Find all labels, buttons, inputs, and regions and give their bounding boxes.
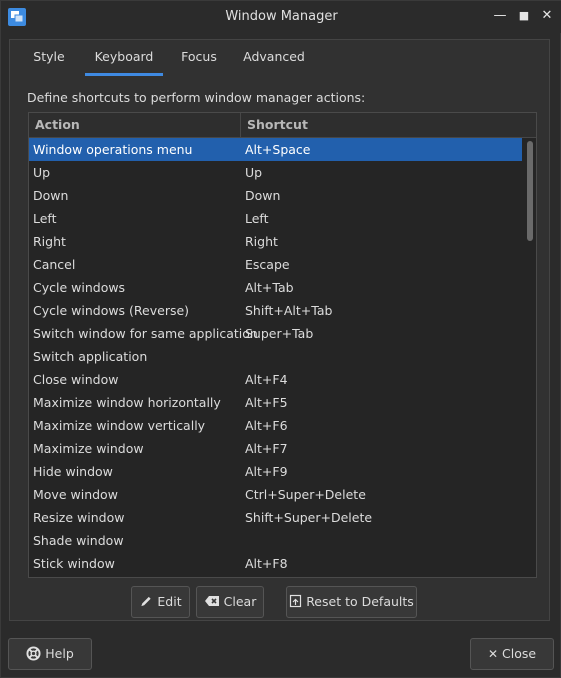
clear-button-label: Clear (223, 594, 257, 609)
table-row[interactable]: Cycle windows (Reverse) Shift+Alt+Tab (29, 299, 522, 322)
action-cell: Maximize window horizontally (33, 395, 221, 410)
action-cell: Resize window (33, 510, 125, 525)
tab-focus[interactable]: Focus (176, 40, 222, 76)
backspace-icon (204, 587, 220, 617)
pencil-icon (139, 587, 153, 617)
column-header-shortcut[interactable]: Shortcut (247, 117, 308, 132)
shortcut-cell: Shift+Alt+Tab (245, 303, 333, 318)
tab-panel: Style Keyboard Focus Advanced Define sho… (9, 39, 550, 621)
shortcut-cell: Left (245, 211, 269, 226)
action-cell: Cycle windows (Reverse) (33, 303, 190, 318)
shortcut-cell: Super+Tab (245, 326, 314, 341)
table-row[interactable]: Maximize window horizontally Alt+F5 (29, 391, 522, 414)
shortcut-cell: Alt+Tab (245, 280, 294, 295)
help-button-label: Help (45, 646, 74, 661)
table-row[interactable]: Left Left (29, 207, 522, 230)
document-revert-icon (289, 587, 302, 617)
table-header: Action Shortcut (29, 113, 536, 138)
clear-button[interactable]: Clear (196, 586, 264, 618)
table-row[interactable]: Right Right (29, 230, 522, 253)
shortcut-cell: Alt+F9 (245, 464, 288, 479)
table-row[interactable]: Move window Ctrl+Super+Delete (29, 483, 522, 506)
tab-bar: Style Keyboard Focus Advanced (10, 40, 549, 76)
reset-button-label: Reset to Defaults (306, 594, 414, 609)
column-divider[interactable] (240, 113, 241, 137)
action-cell: Down (33, 188, 69, 203)
table-row[interactable]: Shade window (29, 529, 522, 552)
table-row[interactable]: Resize window Shift+Super+Delete (29, 506, 522, 529)
action-cell: Left (33, 211, 57, 226)
help-lifebuoy-icon (26, 639, 41, 669)
edit-button-label: Edit (157, 594, 182, 609)
shortcuts-description: Define shortcuts to perform window manag… (27, 90, 366, 105)
shortcut-cell: Escape (245, 257, 290, 272)
shortcut-cell: Alt+Space (245, 142, 311, 157)
window-title: Window Manager (225, 9, 338, 24)
action-cell: Hide window (33, 464, 113, 479)
shortcut-cell: Alt+F4 (245, 372, 288, 387)
shortcuts-table: Action Shortcut Window operations menu Al… (28, 112, 537, 578)
action-cell: Shade window (33, 533, 124, 548)
column-header-action[interactable]: Action (35, 117, 80, 132)
action-cell: Cancel (33, 257, 76, 272)
shortcut-cell: Down (245, 188, 281, 203)
shortcut-cell: Shift+Super+Delete (245, 510, 373, 525)
shortcut-cell: Alt+F8 (245, 556, 288, 571)
table-row[interactable]: Up Up (29, 161, 522, 184)
shortcut-cell: Up (245, 165, 263, 180)
table-row[interactable]: Hide window Alt+F9 (29, 460, 522, 483)
window-manager-dialog: Window Manager — ■ ✕ Style Keyboard Focu… (0, 0, 561, 678)
action-cell: Window operations menu (33, 142, 193, 157)
action-cell: Maximize window vertically (33, 418, 206, 433)
help-button[interactable]: Help (8, 638, 92, 670)
table-row[interactable]: Switch application (29, 345, 522, 368)
vertical-scrollbar[interactable] (527, 141, 533, 241)
tab-advanced[interactable]: Advanced (236, 40, 312, 76)
close-icon: ✕ (487, 647, 498, 661)
table-row[interactable]: Stick window Alt+F8 (29, 552, 522, 575)
title-bar[interactable]: Window Manager — ■ ✕ (1, 1, 561, 33)
shortcut-cell: Ctrl+Super+Delete (245, 487, 366, 502)
minimize-icon[interactable]: — (492, 8, 508, 24)
action-cell: Stick window (33, 556, 115, 571)
maximize-icon[interactable]: ■ (516, 8, 532, 24)
table-row[interactable]: Window operations menu Alt+Space (29, 138, 522, 161)
action-cell: Up (33, 165, 51, 180)
action-cell: Maximize window (33, 441, 144, 456)
table-row[interactable]: Maximize window vertically Alt+F6 (29, 414, 522, 437)
shortcut-cell: Alt+F5 (245, 395, 288, 410)
table-row[interactable]: Close window Alt+F4 (29, 368, 522, 391)
table-row[interactable]: Maximize window Alt+F7 (29, 437, 522, 460)
shortcut-cell: Alt+F7 (245, 441, 288, 456)
action-cell: Right (33, 234, 66, 249)
action-cell: Switch application (33, 349, 148, 364)
reset-to-defaults-button[interactable]: Reset to Defaults (286, 586, 417, 618)
edit-button[interactable]: Edit (131, 586, 190, 618)
tab-keyboard[interactable]: Keyboard (85, 40, 163, 76)
tab-style[interactable]: Style (26, 40, 72, 76)
table-row[interactable]: Cycle windows Alt+Tab (29, 276, 522, 299)
close-button[interactable]: ✕ Close (470, 638, 554, 670)
action-cell: Cycle windows (33, 280, 126, 295)
table-row[interactable]: Switch window for same application Super+… (29, 322, 522, 345)
action-cell: Close window (33, 372, 119, 387)
shortcut-cell: Alt+F6 (245, 418, 288, 433)
table-row[interactable]: Cancel Escape (29, 253, 522, 276)
action-cell: Move window (33, 487, 118, 502)
close-button-label: Close (502, 646, 537, 661)
action-cell: Switch window for same application (33, 326, 258, 341)
close-window-icon[interactable]: ✕ (539, 8, 555, 24)
shortcut-cell: Right (245, 234, 278, 249)
table-row[interactable]: Down Down (29, 184, 522, 207)
